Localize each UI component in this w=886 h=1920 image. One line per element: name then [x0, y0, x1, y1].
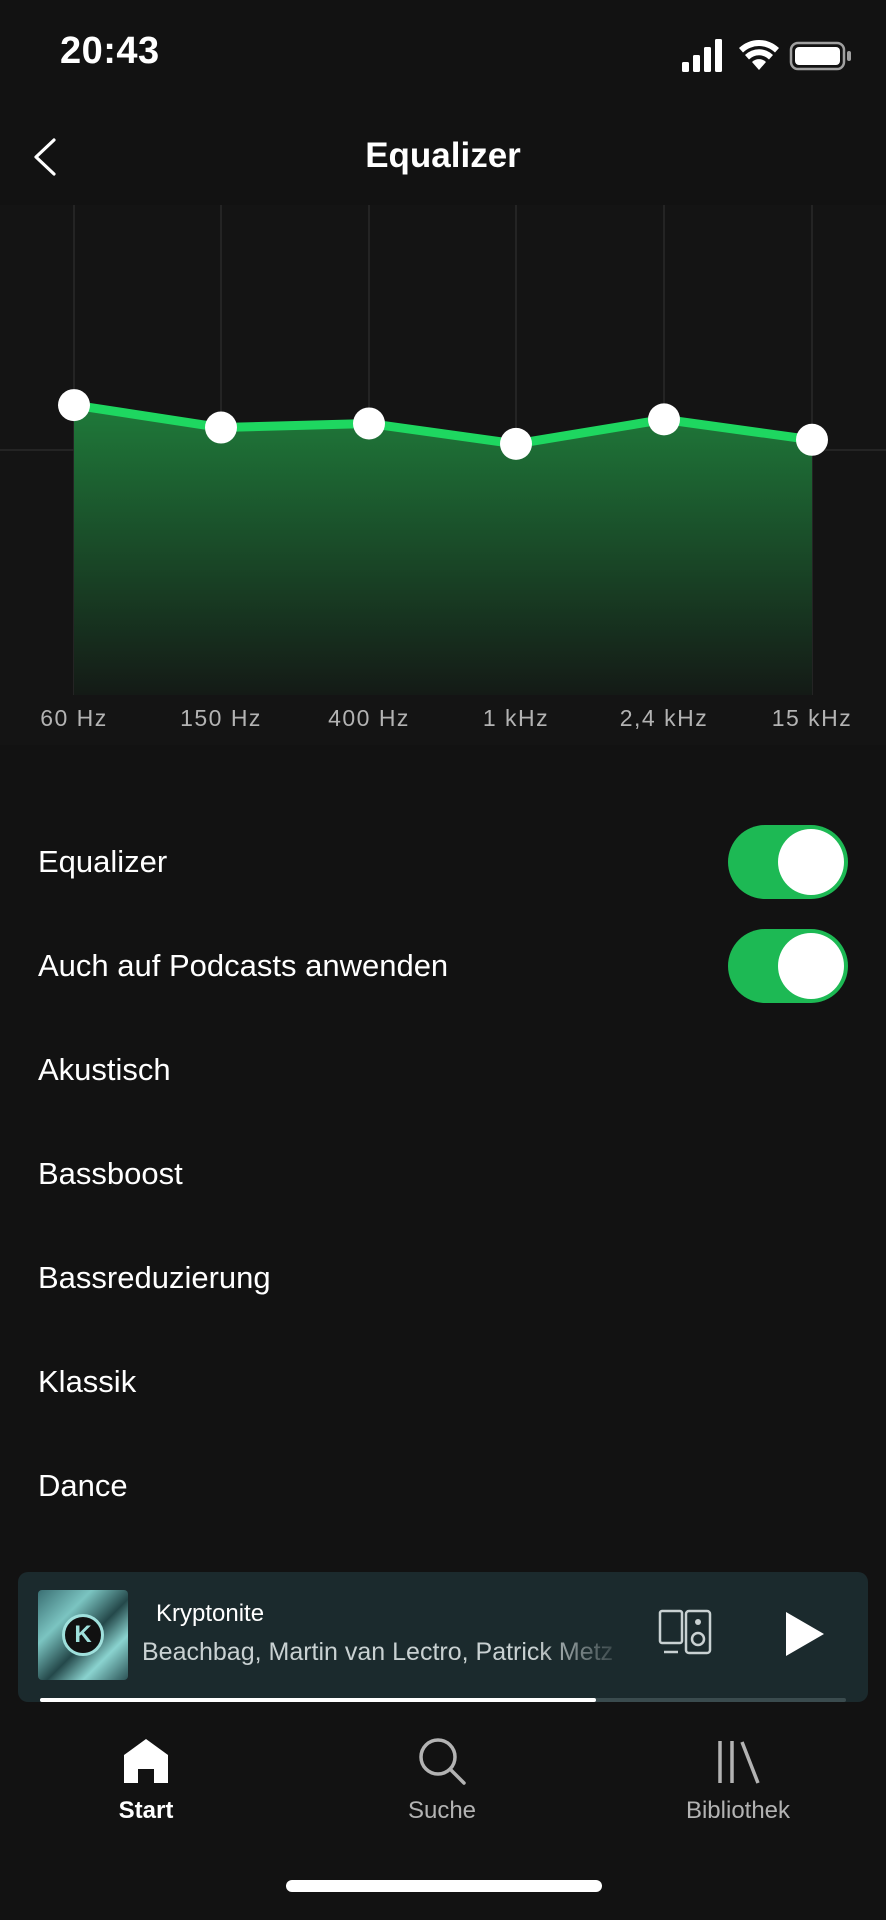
band-handle-0[interactable]: [58, 389, 90, 422]
equalizer-area: [74, 405, 812, 695]
status-icons: [682, 39, 851, 72]
equalizer-chart-svg[interactable]: 60 Hz 150 Hz 400 Hz 1 kHz 2,4 kHz 15 kHz: [0, 205, 886, 745]
track-title[interactable]: Kryptonite: [156, 1600, 264, 1628]
frequency-label: 1 kHz: [483, 705, 549, 731]
battery-icon: [789, 41, 851, 71]
page-title: Equalizer: [365, 136, 521, 175]
frequency-label: 150 Hz: [180, 705, 262, 731]
track-artists[interactable]: Beachbag, Martin van Lectro, Patrick Met…: [142, 1638, 632, 1667]
equalizer-toggle-label: Equalizer: [38, 844, 168, 879]
preset-label: Akustisch: [38, 1052, 171, 1087]
playback-progress-fill: [40, 1698, 597, 1702]
frequency-label: 60 Hz: [40, 705, 108, 731]
equalizer-toggle[interactable]: [728, 825, 848, 899]
preset-dance[interactable]: Dance: [0, 1434, 886, 1538]
settings-list: Equalizer Auch auf Podcasts anwenden Aku…: [0, 810, 886, 1538]
nav-start[interactable]: Start: [46, 1725, 246, 1835]
preset-akustisch[interactable]: Akustisch: [0, 1018, 886, 1122]
status-time: 20:43: [60, 30, 160, 72]
toggle-knob: [778, 829, 844, 895]
playback-progress[interactable]: [40, 1698, 846, 1702]
preset-label: Klassik: [38, 1364, 137, 1399]
devices-icon: [658, 1609, 712, 1655]
podcasts-toggle[interactable]: [728, 929, 848, 1003]
status-bar: 20:43: [0, 0, 886, 110]
preset-label: Bassboost: [38, 1156, 183, 1191]
nav-suche-label: Suche: [407, 1797, 477, 1824]
home-indicator: [286, 1880, 602, 1892]
nav-bibliothek[interactable]: Bibliothek: [638, 1725, 838, 1835]
nav-bibliothek-label: Bibliothek: [685, 1797, 791, 1824]
home-icon: [124, 1739, 168, 1783]
preset-klassik[interactable]: Klassik: [0, 1330, 886, 1434]
podcasts-toggle-row[interactable]: Auch auf Podcasts anwenden: [0, 914, 886, 1018]
album-art[interactable]: K: [38, 1590, 128, 1680]
wifi-icon: [739, 40, 779, 70]
nav-start-label: Start: [118, 1797, 174, 1824]
search-icon: [419, 1738, 466, 1785]
band-handle-1[interactable]: [205, 411, 237, 444]
equalizer-chart[interactable]: 60 Hz 150 Hz 400 Hz 1 kHz 2,4 kHz 15 kHz: [0, 205, 886, 745]
play-button[interactable]: [778, 1608, 828, 1660]
toggle-knob: [778, 933, 844, 999]
signal-icon: [682, 39, 722, 72]
mini-player[interactable]: K Kryptonite Beachbag, Martin van Lectro…: [18, 1572, 868, 1702]
preset-bassboost[interactable]: Bassboost: [0, 1122, 886, 1226]
band-handle-3[interactable]: [500, 427, 532, 460]
band-handle-4[interactable]: [648, 403, 680, 436]
preset-label: Bassreduzierung: [38, 1260, 271, 1295]
preset-label: Dance: [38, 1468, 128, 1503]
podcasts-toggle-label: Auch auf Podcasts anwenden: [38, 948, 449, 983]
play-icon: [786, 1612, 824, 1656]
library-icon: [718, 1741, 760, 1784]
bottom-nav: Start Suche Bibliothek: [0, 1725, 886, 1920]
preset-bassreduzierung[interactable]: Bassreduzierung: [0, 1226, 886, 1330]
devices-button[interactable]: [658, 1608, 714, 1656]
header: Equalizer: [0, 110, 886, 205]
band-handle-2[interactable]: [353, 407, 385, 440]
equalizer-toggle-row[interactable]: Equalizer: [0, 810, 886, 914]
frequency-label: 400 Hz: [328, 705, 410, 731]
band-handle-5[interactable]: [796, 423, 828, 456]
nav-suche[interactable]: Suche: [342, 1725, 542, 1835]
frequency-label: 2,4 kHz: [620, 705, 708, 731]
album-logo: K: [62, 1614, 104, 1656]
frequency-label: 15 kHz: [772, 705, 853, 731]
